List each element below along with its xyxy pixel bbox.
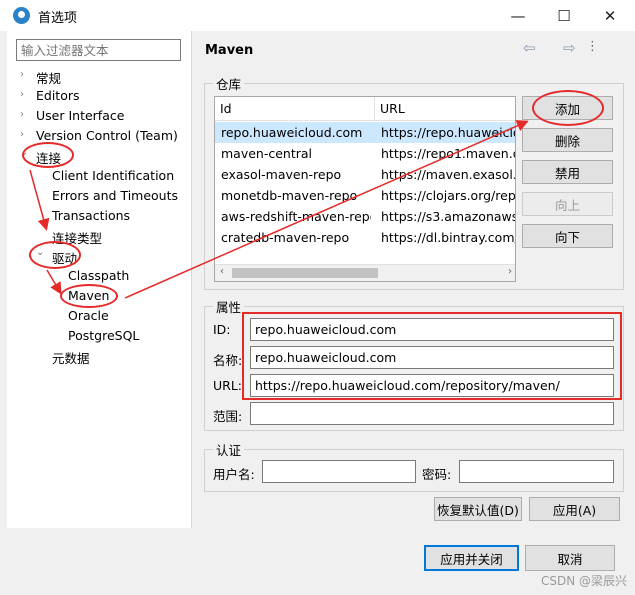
repo-url-cell: https://maven.exasol.cc — [381, 167, 516, 182]
name-field[interactable]: repo.huaweicloud.com — [250, 346, 614, 369]
repo-id-cell: exasol-maven-repo — [221, 167, 342, 182]
column-header-id[interactable]: Id — [215, 97, 375, 121]
tree-item-oracle[interactable]: Oracle — [68, 308, 109, 323]
column-header-url[interactable]: URL — [375, 97, 515, 121]
repo-url-cell: https://clojars.org/repc — [381, 188, 516, 203]
apply-and-close-button[interactable]: 应用并关闭 — [424, 545, 519, 571]
tree-item-postgresql[interactable]: PostgreSQL — [68, 328, 139, 343]
add-repository-button[interactable]: 添加 — [522, 96, 613, 120]
page-title: Maven — [205, 43, 254, 58]
scope-label: 范围: — [213, 409, 243, 424]
repo-id-cell: aws-redshift-maven-repo — [221, 209, 371, 224]
delete-repository-button[interactable]: 删除 — [522, 128, 613, 152]
app-icon — [13, 7, 30, 24]
repo-id-cell: repo.huaweicloud.com — [221, 125, 363, 140]
expand-chevron-icon[interactable]: › — [20, 89, 24, 100]
repo-url-cell: https://repo1.maven.or — [381, 146, 516, 161]
repo-url-cell: https://s3.amazonaws.c — [381, 209, 516, 224]
table-row[interactable]: exasol-maven-repo https://maven.exasol.c… — [215, 164, 516, 185]
close-button[interactable]: ✕ — [587, 0, 633, 31]
tree-item-client-identification[interactable]: Client Identification — [52, 168, 174, 183]
move-down-button[interactable]: 向下 — [522, 224, 613, 248]
maximize-button[interactable]: ☐ — [541, 0, 587, 31]
window-title: 首选项 — [38, 11, 78, 26]
title-bar: 首选项 — ☐ ✕ — [0, 0, 635, 31]
watermark: CSDN @梁辰兴 — [540, 574, 627, 588]
filter-input[interactable] — [16, 39, 181, 61]
id-label: ID: — [213, 322, 231, 337]
table-row[interactable]: aws-redshift-maven-repo https://s3.amazo… — [215, 206, 516, 227]
repo-id-cell: maven-central — [221, 146, 313, 161]
back-arrow-icon[interactable]: ⇦ — [523, 39, 536, 57]
minimize-button[interactable]: — — [495, 0, 541, 31]
tree-item-transactions[interactable]: Transactions — [52, 208, 130, 223]
expand-chevron-icon[interactable]: › — [20, 109, 24, 120]
table-row[interactable]: repo.huaweicloud.com https://repo.huawei… — [215, 122, 516, 143]
table-row[interactable]: monetdb-maven-repo https://clojars.org/r… — [215, 185, 516, 206]
tree-item-connections[interactable]: 连接 — [36, 148, 61, 167]
tree-item-drivers[interactable]: 驱动 — [52, 248, 77, 267]
collapse-chevron-icon[interactable]: ⌄ — [36, 247, 44, 258]
url-label: URL: — [213, 378, 243, 393]
id-field[interactable]: repo.huaweicloud.com — [250, 318, 614, 341]
tree-item-version-control[interactable]: Version Control (Team) — [36, 128, 178, 143]
scroll-right-icon[interactable]: › — [508, 266, 512, 277]
collapse-chevron-icon[interactable]: ⌄ — [20, 147, 28, 158]
repository-table: Id URL repo.huaweicloud.com https://repo… — [214, 96, 516, 282]
forward-arrow-icon[interactable]: ⇨ — [563, 39, 576, 57]
repo-id-cell: cratedb-maven-repo — [221, 230, 350, 245]
tree-item-general[interactable]: 常规 — [36, 68, 61, 87]
tree-item-classpath[interactable]: Classpath — [68, 268, 129, 283]
repo-url-cell: https://repo.huaweiclo — [381, 125, 516, 140]
password-label: 密码: — [422, 467, 452, 482]
password-field[interactable] — [459, 460, 614, 483]
scroll-left-icon[interactable]: ‹ — [220, 266, 224, 277]
repo-id-cell: monetdb-maven-repo — [221, 188, 358, 203]
table-row[interactable]: maven-central https://repo1.maven.or — [215, 143, 516, 164]
disable-repository-button[interactable]: 禁用 — [522, 160, 613, 184]
username-label: 用户名: — [213, 467, 255, 482]
scrollbar-thumb[interactable] — [232, 268, 378, 278]
repo-url-cell: https://dl.bintray.com/c — [381, 230, 516, 245]
table-row[interactable]: cratedb-maven-repo https://dl.bintray.co… — [215, 227, 516, 248]
tree-item-maven[interactable]: Maven — [68, 288, 109, 303]
preferences-tree-panel: › 常规 › Editors › User Interface › Versio… — [7, 31, 192, 528]
tree-item-user-interface[interactable]: User Interface — [36, 108, 124, 123]
authentication-legend: 认证 — [216, 443, 242, 458]
properties-legend: 属性 — [216, 300, 242, 315]
repositories-legend: 仓库 — [216, 77, 242, 92]
restore-defaults-button[interactable]: 恢复默认值(D) — [434, 497, 522, 521]
tree-item-editors[interactable]: Editors — [36, 88, 80, 103]
scope-field[interactable] — [250, 402, 614, 425]
apply-button[interactable]: 应用(A) — [529, 497, 620, 521]
view-menu-icon[interactable]: ⋮ — [586, 39, 599, 54]
tree-item-metadata[interactable]: 元数据 — [52, 348, 90, 367]
name-label: 名称: — [213, 353, 243, 368]
username-field[interactable] — [262, 460, 416, 483]
expand-chevron-icon[interactable]: › — [20, 129, 24, 140]
move-up-button[interactable]: 向上 — [522, 192, 613, 216]
tree-item-connection-types[interactable]: 连接类型 — [52, 228, 102, 247]
cancel-button[interactable]: 取消 — [525, 545, 615, 571]
expand-chevron-icon[interactable]: › — [20, 69, 24, 80]
tree-item-errors-timeouts[interactable]: Errors and Timeouts — [52, 188, 178, 203]
url-field[interactable]: https://repo.huaweicloud.com/repository/… — [250, 374, 614, 397]
horizontal-scrollbar[interactable]: ‹ › — [215, 264, 515, 281]
